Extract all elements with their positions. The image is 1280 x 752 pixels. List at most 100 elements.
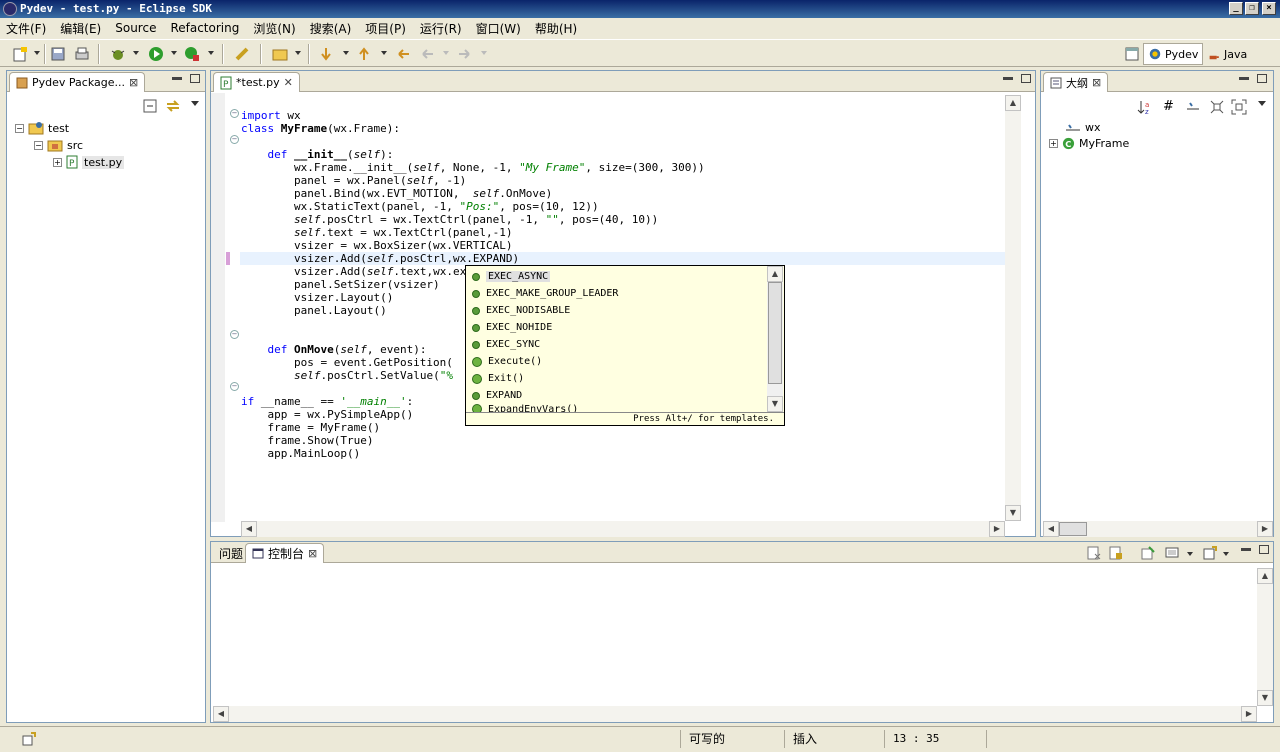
scroll-up-button[interactable]: ▲ [1005,95,1021,111]
completion-item[interactable]: EXEC_SYNC [472,336,540,353]
minimize-editor-icon[interactable] [1003,77,1013,80]
outline-horizontal-scrollbar[interactable]: ◀ ▶ [1043,521,1273,537]
outline-item-import[interactable]: wx [1065,121,1101,134]
tab-problems[interactable]: 问题 [213,543,249,563]
editor-vertical-scrollbar[interactable]: ▲ ▼ [1005,95,1021,521]
scroll-up-button[interactable]: ▲ [1257,568,1273,584]
completion-item[interactable]: EXEC_ASYNC [472,268,551,285]
scroll-down-button[interactable]: ▼ [1257,690,1273,706]
menu-search[interactable]: 搜索(A) [310,20,352,37]
open-folder-icon[interactable] [272,46,288,62]
scroll-down-button[interactable]: ▼ [1005,505,1021,521]
maximize-button[interactable]: ❐ [1245,2,1259,15]
pin-console-icon[interactable] [1141,546,1155,560]
minimize-view-icon[interactable] [1241,548,1251,551]
back-dropdown-icon[interactable] [443,51,449,55]
scroll-up-button[interactable]: ▲ [767,266,783,282]
menu-window[interactable]: 窗口(W) [476,20,521,37]
completion-item[interactable]: Execute() [472,353,542,370]
maximize-editor-icon[interactable] [1021,74,1031,83]
external-tools-icon[interactable] [184,46,200,62]
last-edit-icon[interactable] [396,46,412,62]
sort-icon[interactable]: az [1137,99,1153,115]
folder-dropdown-icon[interactable] [295,51,301,55]
code-completion-popup[interactable]: EXEC_ASYNC EXEC_MAKE_GROUP_LEADER EXEC_N… [465,265,785,426]
collapse-all-icon[interactable] [143,99,157,113]
maximize-view-icon[interactable] [1259,545,1269,554]
fast-view-icon[interactable] [22,732,36,746]
completion-item[interactable]: Exit() [472,370,524,387]
scroll-right-button[interactable]: ▶ [1241,706,1257,722]
outline-tab[interactable]: 大纲 ⊠ [1043,72,1109,92]
menu-refactoring[interactable]: Refactoring [170,21,239,35]
close-button[interactable]: × [1262,2,1276,15]
scroll-right-button[interactable]: ▶ [1257,521,1273,537]
open-perspective-icon[interactable] [1124,46,1140,62]
editor-tab-test-py[interactable]: P *test.py ✕ [213,72,300,92]
print-icon[interactable] [74,46,90,62]
close-tab-icon[interactable]: ⊠ [308,547,317,560]
completion-scrollbar[interactable]: ▲ ▼ [767,266,783,412]
scroll-right-button[interactable]: ▶ [989,521,1005,537]
view-menu-icon[interactable] [1258,101,1266,106]
editor-horizontal-scrollbar[interactable]: ◀ ▶ [241,521,1005,537]
clear-console-icon[interactable] [1087,546,1101,560]
tree-project[interactable]: − test [15,121,69,135]
scroll-left-button[interactable]: ◀ [213,706,229,722]
scroll-down-button[interactable]: ▼ [767,396,783,412]
new-dropdown-icon[interactable] [34,51,40,55]
collapse-toggle-icon[interactable]: − [15,123,24,133]
expand-outline-icon[interactable] [1231,99,1247,115]
maximize-view-icon[interactable] [1257,74,1267,83]
scroll-lock-icon[interactable] [1109,546,1123,560]
tree-src-folder[interactable]: − src [34,138,83,152]
console-vertical-scrollbar[interactable]: ▲ ▼ [1257,568,1273,706]
forward-dropdown-icon[interactable] [481,51,487,55]
new-icon[interactable] [12,46,28,62]
collapse-outline-icon[interactable] [1209,99,1225,115]
fold-init-icon[interactable]: − [230,135,239,144]
scroll-left-button[interactable]: ◀ [1043,521,1059,537]
menu-help[interactable]: 帮助(H) [535,20,577,37]
hide-fields-icon[interactable]: # [1163,99,1174,114]
link-with-editor-icon[interactable] [165,99,181,113]
menu-navigate[interactable]: 浏览(N) [253,20,295,37]
run-icon[interactable] [148,46,164,62]
menu-project[interactable]: 项目(P) [365,20,406,37]
close-tab-icon[interactable]: ⊠ [129,76,138,89]
minimize-view-icon[interactable] [172,77,182,80]
debug-icon[interactable] [110,46,126,62]
fold-main-icon[interactable]: − [230,382,239,391]
debug-dropdown-icon[interactable] [133,51,139,55]
maximize-view-icon[interactable] [190,74,200,83]
expand-toggle-icon[interactable]: + [53,157,62,167]
open-console-icon[interactable] [1203,546,1217,560]
collapse-toggle-icon[interactable]: − [34,140,43,150]
expand-toggle-icon[interactable]: + [1049,139,1058,148]
close-tab-icon[interactable]: ✕ [284,76,293,89]
completion-item[interactable]: EXPAND [472,387,522,404]
completion-item[interactable]: EXEC_NOHIDE [472,319,552,336]
package-explorer-tab[interactable]: Pydev Package... ⊠ [9,72,146,92]
fold-onmove-icon[interactable]: − [230,330,239,339]
external-tools-dropdown-icon[interactable] [208,51,214,55]
completion-item[interactable]: ExpandEnvVars() [472,404,578,412]
perspective-pydev[interactable]: Pydev [1143,43,1204,65]
tab-console[interactable]: 控制台 ⊠ [245,543,325,563]
menu-file[interactable]: 文件(F) [6,20,46,37]
completion-item[interactable]: EXEC_MAKE_GROUP_LEADER [472,285,618,302]
menu-edit[interactable]: 编辑(E) [60,20,101,37]
run-dropdown-icon[interactable] [171,51,177,55]
outline-item-class[interactable]: + C MyFrame [1049,137,1129,150]
scroll-left-button[interactable]: ◀ [241,521,257,537]
fold-class-icon[interactable]: − [230,109,239,118]
forward-icon[interactable] [456,46,472,62]
scroll-thumb[interactable] [768,282,782,384]
minimize-button[interactable]: _ [1229,2,1243,15]
menu-run[interactable]: 运行(R) [420,20,462,37]
display-console-icon[interactable] [1165,546,1179,560]
prev-annotation-dropdown-icon[interactable] [381,51,387,55]
next-annotation-icon[interactable] [318,46,334,62]
menu-source[interactable]: Source [115,21,156,35]
display-console-dropdown-icon[interactable] [1187,552,1193,556]
